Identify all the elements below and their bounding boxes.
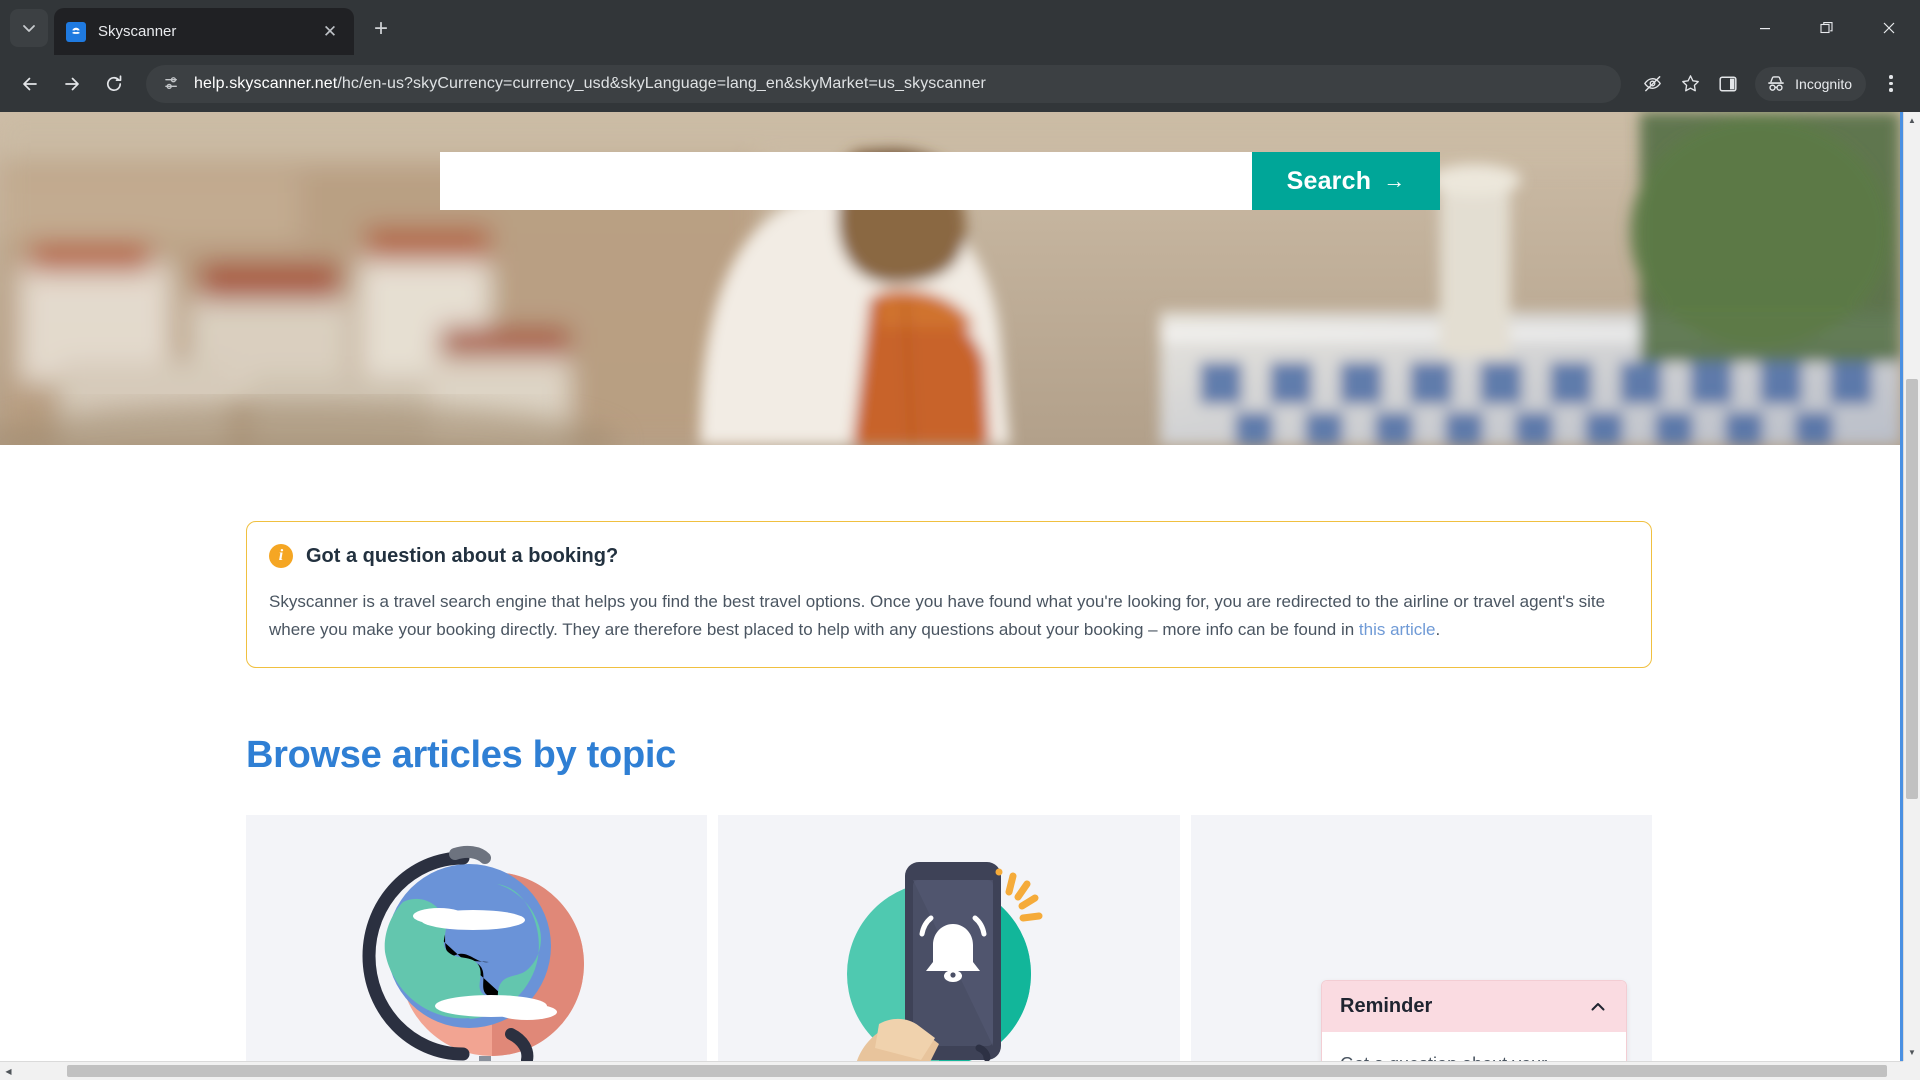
tab-strip: Skyscanner ✕ + (0, 0, 1920, 55)
chevron-down-icon (23, 25, 35, 32)
hero-search-group: Search → (440, 152, 1440, 210)
menu-dot (1889, 88, 1893, 92)
browser-window: Skyscanner ✕ + help.skyscanner.net/hc/en… (0, 0, 1920, 1080)
site-settings-icon[interactable] (160, 72, 184, 96)
window-close-button[interactable] (1858, 0, 1920, 55)
tracking-protection-button[interactable] (1635, 67, 1669, 101)
banner-title: Got a question about a booking? (306, 544, 619, 567)
phone-notification-illustration (847, 862, 1043, 1061)
arrow-left-icon (23, 77, 37, 90)
menu-dot (1889, 75, 1893, 79)
globe-illustration (362, 845, 584, 1061)
side-panel-button[interactable] (1711, 67, 1745, 101)
window-maximize-button[interactable] (1796, 0, 1858, 55)
reminder-title: Reminder (1340, 995, 1433, 1017)
new-tab-button[interactable]: + (364, 12, 398, 46)
booking-info-banner: i Got a question about a booking? Skysca… (246, 521, 1652, 669)
horizontal-scrollbar[interactable]: ◀ (0, 1061, 1903, 1080)
scroll-down-button[interactable]: ▼ (1904, 1044, 1920, 1061)
vertical-scroll-thumb[interactable] (1906, 379, 1918, 799)
browser-toolbar: help.skyscanner.net/hc/en-us?skyCurrency… (0, 55, 1920, 112)
topic-card-phone[interactable] (718, 815, 1180, 1061)
eye-off-icon (1643, 76, 1661, 92)
reminder-header[interactable]: Reminder (1322, 981, 1626, 1032)
back-button[interactable] (12, 66, 48, 102)
banner-body-tail: . (1435, 619, 1441, 639)
vertical-scrollbar[interactable]: ▲ ▼ (1903, 112, 1920, 1061)
search-button[interactable]: Search → (1252, 152, 1440, 210)
arrow-right-icon (65, 77, 79, 90)
skyscanner-favicon-icon (66, 21, 86, 42)
forward-button[interactable] (54, 66, 90, 102)
incognito-icon (1768, 75, 1785, 91)
tab-title: Skyscanner (98, 23, 177, 40)
this-article-link[interactable]: this article (1359, 620, 1436, 639)
scrollbar-corner (1903, 1061, 1920, 1080)
arrow-right-icon: → (1383, 168, 1406, 193)
reminder-popup: Reminder Got a question about your booki… (1321, 980, 1627, 1061)
url-host: help.skyscanner.net (194, 74, 338, 92)
horizontal-scroll-thumb[interactable] (67, 1065, 1887, 1077)
scroll-left-button[interactable]: ◀ (0, 1063, 17, 1080)
search-button-label: Search (1286, 166, 1372, 195)
reload-button[interactable] (96, 66, 132, 102)
bookmark-button[interactable] (1673, 67, 1707, 101)
restore-icon (1820, 21, 1833, 33)
star-icon (1681, 75, 1699, 92)
bottom-scroll-row: ◀ (0, 1061, 1920, 1080)
search-input[interactable] (440, 152, 1252, 210)
banner-header: i Got a question about a booking? (269, 544, 1627, 568)
horizontal-scroll-track[interactable] (17, 1062, 1903, 1080)
browser-tab[interactable]: Skyscanner ✕ (54, 8, 354, 55)
minimize-icon (1760, 27, 1770, 29)
hero-banner: Search → (0, 112, 1900, 445)
scroll-up-button[interactable]: ▲ (1904, 112, 1920, 129)
banner-body: Skyscanner is a travel search engine tha… (269, 588, 1627, 643)
browser-menu-button[interactable] (1874, 67, 1908, 101)
menu-dot (1889, 81, 1893, 86)
vertical-scroll-track[interactable] (1904, 129, 1920, 1044)
chevron-up-icon[interactable] (1588, 997, 1608, 1017)
reminder-body: Got a question about your booking? You’l… (1322, 1032, 1626, 1061)
window-minimize-button[interactable] (1734, 0, 1796, 55)
window-controls (1734, 0, 1920, 55)
reload-icon (106, 74, 122, 91)
tab-close-button[interactable]: ✕ (318, 20, 342, 44)
close-icon (1883, 22, 1895, 33)
page-viewport: Search → i Got a question about a bookin… (0, 112, 1920, 1061)
topic-card-globe[interactable] (246, 815, 708, 1061)
page-section-title: Browse articles by topic (246, 734, 676, 777)
address-bar[interactable]: help.skyscanner.net/hc/en-us?skyCurrency… (146, 64, 1622, 103)
address-bar-url: help.skyscanner.net/hc/en-us?skyCurrency… (194, 75, 1607, 93)
tab-search-button[interactable] (10, 9, 48, 47)
reminder-body-text: Got a question about your booking? You’l… (1340, 1054, 1586, 1061)
incognito-indicator[interactable]: Incognito (1755, 66, 1866, 101)
incognito-label: Incognito (1795, 75, 1852, 92)
web-page: Search → i Got a question about a bookin… (0, 112, 1903, 1061)
url-path: /hc/en-us?skyCurrency=currency_usd&skyLa… (337, 74, 986, 92)
side-panel-icon (1719, 75, 1737, 92)
info-icon: i (269, 544, 293, 568)
